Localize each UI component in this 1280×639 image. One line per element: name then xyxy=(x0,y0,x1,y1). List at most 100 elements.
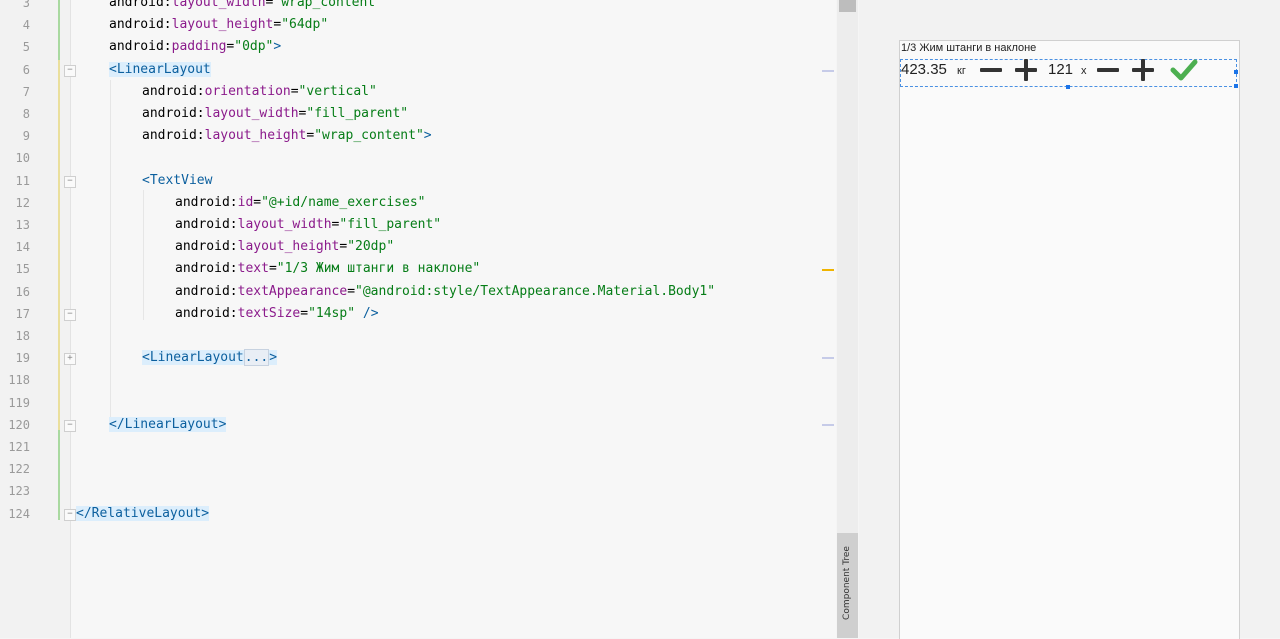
code-line[interactable]: 5 android:padding="0dp"> xyxy=(0,36,836,58)
code-line[interactable]: 15 android:text="1/3 Жим штанги в наклоне… xyxy=(0,258,836,280)
code-token: android xyxy=(175,261,230,277)
code-line[interactable]: 123 xyxy=(0,480,836,502)
code-text[interactable]: android:textAppearance="@android:style/T… xyxy=(175,281,715,303)
code-text[interactable]: <LinearLayout...> xyxy=(142,347,278,369)
fold-toggle-icon[interactable]: − xyxy=(64,308,76,321)
selection-handle[interactable] xyxy=(1066,85,1070,89)
code-line[interactable]: 122 xyxy=(0,458,836,480)
reps-minus-button[interactable] xyxy=(1097,68,1119,72)
code-line[interactable]: 12 android:id="@+id/name_exercises" xyxy=(0,192,836,214)
line-number: 120 xyxy=(8,417,30,432)
code-token: : xyxy=(229,261,238,277)
code-text[interactable]: android:orientation="vertical" xyxy=(142,81,377,103)
weight-minus-button[interactable] xyxy=(980,68,1002,72)
fold-toggle-icon[interactable]: − xyxy=(64,64,76,77)
code-token: layout_width xyxy=(237,217,332,232)
code-text[interactable]: android:layout_height="20dp" xyxy=(175,236,394,258)
code-text[interactable]: <LinearLayout xyxy=(109,59,211,81)
error-stripe-marker[interactable] xyxy=(822,70,834,72)
line-number: 19 xyxy=(15,351,30,366)
component-tree-tab[interactable]: Component Tree xyxy=(837,533,858,638)
fold-toggle-icon[interactable]: − xyxy=(64,419,76,432)
code-line[interactable]: 18 xyxy=(0,325,836,347)
code-token: "@android:style/TextAppearance.Material.… xyxy=(355,283,716,299)
code-token: android xyxy=(142,83,197,99)
code-token: : xyxy=(229,194,238,210)
code-token: = xyxy=(347,283,356,299)
line-number: 17 xyxy=(15,306,30,321)
code-line[interactable]: 13 android:layout_width="fill_parent" xyxy=(0,214,836,236)
code-text[interactable]: <TextView xyxy=(142,170,212,192)
line-number: 123 xyxy=(8,484,30,499)
code-text[interactable]: </LinearLayout> xyxy=(109,414,227,436)
line-number: 9 xyxy=(22,129,30,144)
code-line[interactable]: 7 android:orientation="vertical" xyxy=(0,81,836,103)
code-editor[interactable]: 3 android:layout_width="wrap_content" 4 and… xyxy=(0,0,836,638)
code-text[interactable]: </RelativeLayout> xyxy=(76,503,210,525)
code-line[interactable]: 17 − android:textSize="14sp" /> xyxy=(0,303,836,325)
code-token: : xyxy=(196,106,205,121)
selection-handle[interactable] xyxy=(1234,70,1238,74)
line-number: 16 xyxy=(15,284,30,299)
error-stripe-marker[interactable] xyxy=(822,357,834,359)
code-token: textAppearance xyxy=(237,283,348,299)
code-token: "fill_parent" xyxy=(339,217,442,232)
code-token: "1/3 Жим штанги в наклоне" xyxy=(276,261,481,277)
scrollbar-thumb[interactable] xyxy=(839,0,856,12)
code-line[interactable]: 9 android:layout_height="wrap_content"> xyxy=(0,125,836,147)
code-line[interactable]: 4 android:layout_height="64dp" xyxy=(0,14,836,36)
code-line[interactable]: 16 android:textAppearance="@android:style… xyxy=(0,281,836,303)
code-token: ... xyxy=(243,349,270,367)
code-line[interactable]: 11 − <TextView xyxy=(0,170,836,192)
code-text[interactable]: android:id="@+id/name_exercises" xyxy=(175,192,425,214)
code-token: : xyxy=(229,217,238,232)
code-token: = xyxy=(300,305,309,321)
device-preview-frame[interactable] xyxy=(899,40,1240,639)
code-line[interactable]: 10 xyxy=(0,147,836,169)
check-icon[interactable] xyxy=(1170,58,1198,82)
code-text[interactable]: android:layout_width="fill_parent" xyxy=(175,214,441,236)
reps-value[interactable]: 121 xyxy=(1048,61,1073,78)
code-text[interactable]: android:text="1/3 Жим штанги в наклоне" xyxy=(175,258,480,280)
fold-toggle-icon[interactable]: + xyxy=(64,353,76,366)
fold-toggle-icon[interactable]: − xyxy=(64,508,76,521)
code-token: "20dp" xyxy=(347,239,395,255)
code-text[interactable]: android:padding="0dp"> xyxy=(109,36,281,58)
code-token: orientation xyxy=(204,83,291,99)
code-token: android xyxy=(175,239,230,255)
code-token: layout_width xyxy=(171,0,266,10)
code-token: > xyxy=(273,39,282,55)
plus-icon xyxy=(1024,59,1028,81)
code-token: "wrap_content" xyxy=(273,0,383,10)
code-token: "wrap_content" xyxy=(314,128,424,144)
code-line[interactable]: 120 − </LinearLayout> xyxy=(0,414,836,436)
error-stripe-marker[interactable] xyxy=(822,269,834,271)
code-text[interactable]: android:layout_height="64dp" xyxy=(109,14,328,36)
code-line[interactable]: 6 − <LinearLayout xyxy=(0,59,836,81)
weight-value[interactable]: 423.35 xyxy=(901,61,947,78)
code-line[interactable]: 14 android:layout_height="20dp" xyxy=(0,236,836,258)
code-text[interactable]: android:textSize="14sp" /> xyxy=(175,303,379,325)
code-line[interactable]: 3 android:layout_width="wrap_content" xyxy=(0,0,836,14)
code-text[interactable]: android:layout_height="wrap_content"> xyxy=(142,125,432,147)
code-token: text xyxy=(237,261,269,277)
exercise-name-text[interactable]: 1/3 Жим штанги в наклоне xyxy=(901,42,1036,54)
code-line[interactable]: 119 xyxy=(0,392,836,414)
code-token: <LinearLayout xyxy=(142,350,244,366)
line-number: 124 xyxy=(8,506,30,521)
code-line[interactable]: 19 + <LinearLayout...> xyxy=(0,347,836,369)
error-stripe-marker[interactable] xyxy=(822,424,834,426)
code-token: layout_height xyxy=(171,17,274,33)
fold-toggle-icon[interactable]: − xyxy=(64,175,76,188)
code-line[interactable]: 121 xyxy=(0,436,836,458)
code-line[interactable]: 118 xyxy=(0,369,836,391)
selection-handle[interactable] xyxy=(1234,84,1238,88)
code-token: android xyxy=(109,17,164,33)
code-token: : xyxy=(229,239,238,255)
line-number: 119 xyxy=(8,395,30,410)
code-line[interactable]: 124 − </RelativeLayout> xyxy=(0,503,836,525)
code-text[interactable]: android:layout_width="fill_parent" xyxy=(142,103,408,125)
code-line[interactable]: 8 android:layout_width="fill_parent" xyxy=(0,103,836,125)
code-token: > xyxy=(423,128,432,144)
code-text[interactable]: android:layout_width="wrap_content" xyxy=(109,0,383,14)
